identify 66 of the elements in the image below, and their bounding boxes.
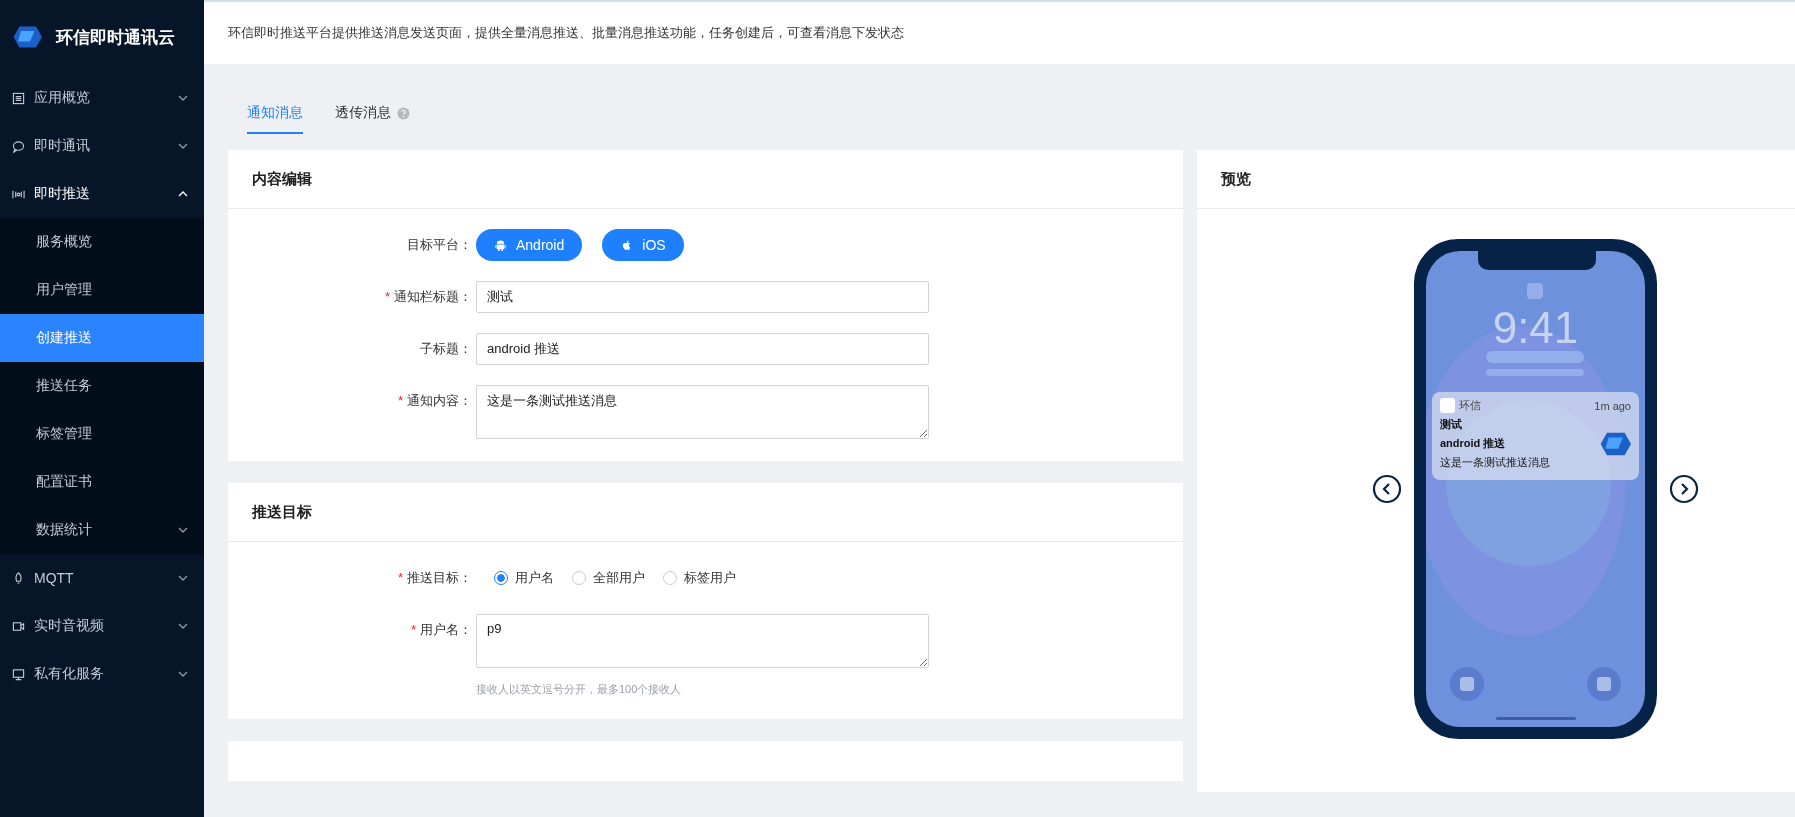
required-mark: * bbox=[410, 622, 416, 637]
chevron-icon bbox=[178, 671, 188, 677]
chat-icon bbox=[12, 139, 25, 153]
radio-button[interactable] bbox=[494, 571, 508, 585]
notification-body: 这是一条测试推送消息 bbox=[1440, 455, 1551, 470]
brand-name: 环信即时通讯云 bbox=[56, 26, 175, 49]
nav-item[interactable]: 即时推送 bbox=[0, 170, 204, 218]
chevron-icon bbox=[178, 575, 188, 581]
clock-text: 9:41 bbox=[1491, 303, 1580, 353]
monitor-icon bbox=[12, 667, 25, 681]
nav-item[interactable]: 数据统计 bbox=[0, 506, 204, 554]
field-label: 通知栏标题： bbox=[394, 289, 472, 304]
card-title: 内容编辑 bbox=[252, 169, 312, 189]
required-mark: * bbox=[397, 570, 403, 585]
nav-item[interactable]: 实时音视频 bbox=[0, 602, 204, 650]
nav-item[interactable]: MQTT bbox=[0, 554, 204, 602]
android-icon bbox=[494, 238, 507, 252]
chevron-icon bbox=[178, 623, 188, 629]
app-icon bbox=[1440, 398, 1455, 413]
camera-icon bbox=[12, 619, 25, 633]
radio-button[interactable] bbox=[572, 571, 586, 585]
page-description: 环信即时推送平台提供推送消息发送页面，提供全量消息推送、批量消息推送功能，任务创建后，可查看消息下发状态 bbox=[228, 24, 904, 42]
lock-icon bbox=[1527, 283, 1543, 299]
app-name: 环信 bbox=[1459, 398, 1482, 413]
required-mark: * bbox=[384, 289, 390, 304]
nav-item[interactable]: 私有化服务 bbox=[0, 650, 204, 698]
chevron-icon bbox=[178, 95, 188, 101]
field-label: 推送目标： bbox=[407, 570, 472, 585]
document-icon bbox=[12, 91, 25, 105]
nav-item[interactable]: 推送任务 bbox=[0, 362, 204, 410]
text-field[interactable]: android 推送 bbox=[476, 333, 929, 365]
radio-button[interactable] bbox=[663, 571, 677, 585]
field-label: 子标题： bbox=[420, 341, 472, 356]
nav-item[interactable]: 应用概览 bbox=[0, 74, 204, 122]
notification-title: 测试 bbox=[1440, 417, 1463, 432]
field-label: 用户名： bbox=[420, 622, 472, 637]
radio-option[interactable]: 用户名 bbox=[494, 569, 554, 587]
nav-item[interactable]: 标签管理 bbox=[0, 410, 204, 458]
field-label: 目标平台： bbox=[407, 237, 472, 252]
notification-subtitle: android 推送 bbox=[1440, 436, 1507, 451]
nav-item[interactable]: 即时通讯 bbox=[0, 122, 204, 170]
tab[interactable]: 透传消息 bbox=[335, 94, 410, 134]
radio-option[interactable]: 全部用户 bbox=[572, 569, 645, 587]
field-hint: 接收人以英文逗号分开，最多100个接收人 bbox=[476, 682, 683, 697]
field-label: 通知内容： bbox=[407, 393, 472, 408]
radio-option[interactable]: 标签用户 bbox=[663, 569, 736, 587]
chevron-icon bbox=[178, 191, 188, 197]
square-icon bbox=[1460, 677, 1474, 691]
text-area[interactable]: 这是一条测试推送消息 bbox=[476, 385, 929, 439]
text-area[interactable]: p9 bbox=[476, 614, 929, 668]
rocket-icon bbox=[12, 571, 25, 585]
card-title: 推送目标 bbox=[252, 502, 312, 522]
logo-icon bbox=[1599, 430, 1631, 457]
nav-item[interactable]: 配置证书 bbox=[0, 458, 204, 506]
nav-item[interactable]: 创建推送 bbox=[0, 314, 204, 362]
notification-time: 1m ago bbox=[1594, 399, 1631, 412]
nav-item[interactable]: 服务概览 bbox=[0, 218, 204, 266]
square-icon bbox=[1597, 677, 1611, 691]
platform-button[interactable]: Android bbox=[476, 229, 583, 261]
chevron-icon bbox=[178, 143, 188, 149]
platform-button[interactable]: iOS bbox=[602, 229, 684, 261]
nav-item[interactable]: 用户管理 bbox=[0, 266, 204, 314]
logo-icon bbox=[12, 25, 42, 49]
text-field[interactable]: 测试 bbox=[476, 281, 929, 313]
required-mark: * bbox=[397, 393, 403, 408]
card-title: 预览 bbox=[1221, 169, 1251, 189]
